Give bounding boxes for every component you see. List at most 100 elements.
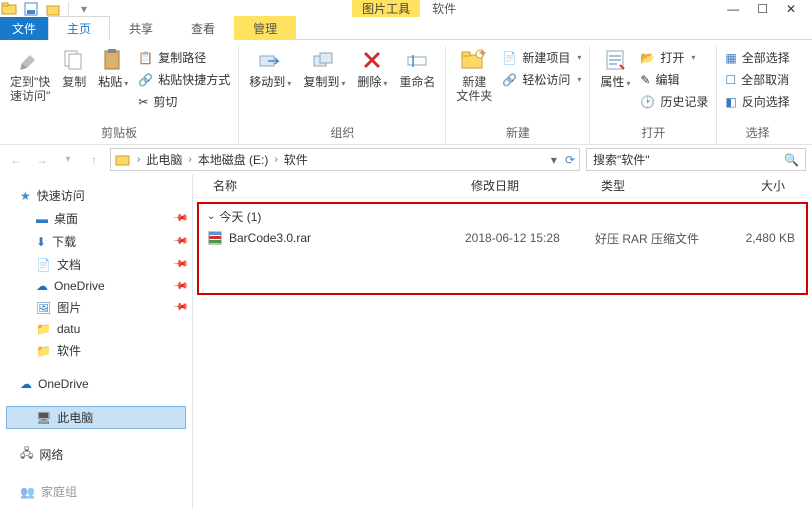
column-headers: 名称 修改日期 类型 大小 [193,174,812,198]
nav-desktop[interactable]: ▬桌面📌 [6,207,186,230]
ribbon-group-organize: 移动到▾ 复制到▾ 删除▾ 重命名 组织 [239,46,446,144]
cloud-icon: ☁ [20,377,32,391]
select-none-button[interactable]: ☐全部取消 [723,70,791,89]
nav-documents[interactable]: 📄文档📌 [6,253,186,276]
move-to-icon [258,48,282,72]
folder-icon: 📁 [36,344,51,358]
nav-onedrive[interactable]: ☁OneDrive [6,374,186,394]
nav-pictures[interactable]: 🖼图片📌 [6,296,186,319]
col-type[interactable]: 类型 [593,177,713,194]
back-button[interactable]: ← [6,150,26,170]
chevron-down-icon: ⌄ [207,211,215,222]
cloud-icon: ☁ [36,279,48,293]
paste-icon [101,48,125,72]
window-title: 软件 [420,0,468,19]
chevron-right-icon[interactable]: › [135,154,142,165]
breadcrumb-drive[interactable]: 本地磁盘 (E:) [198,151,269,168]
file-name: BarCode3.0.rar [229,231,311,245]
tab-share[interactable]: 共享 [110,16,172,40]
network-icon: 🖧 [20,444,33,465]
navigation-pane: ★快速访问 ▬桌面📌 ⬇下载📌 📄文档📌 ☁OneDrive📌 🖼图片📌 📁da… [0,174,193,509]
tab-file[interactable]: 文件 [0,17,48,40]
col-size[interactable]: 大小 [713,177,793,194]
close-button[interactable]: ✕ [786,2,796,16]
delete-button[interactable]: 删除▾ [353,46,391,93]
new-tab-icon[interactable] [44,1,62,17]
file-row[interactable]: BarCode3.0.rar 2018-06-12 15:28 好压 RAR 压… [207,227,798,249]
download-icon: ⬇ [36,235,46,249]
search-placeholder: 搜索"软件" [593,151,650,168]
history-button[interactable]: 🕑历史记录 [638,92,710,111]
new-item-button[interactable]: 📄新建项目▾ [500,48,583,67]
new-item-icon: 📄 [502,51,517,65]
star-icon: ★ [20,189,31,203]
nav-datu[interactable]: 📁datu [6,319,186,339]
tab-manage[interactable]: 管理 [234,16,296,40]
address-bar: ← → ▾ ↑ › 此电脑 › 本地磁盘 (E:) › 软件 ▾ ⟳ 搜索"软件… [0,145,812,174]
rar-file-icon [207,230,223,246]
nav-downloads[interactable]: ⬇下载📌 [6,230,186,253]
copy-to-icon [312,48,336,72]
select-all-button[interactable]: ▦全部选择 [723,48,791,67]
nav-this-pc[interactable]: 🖥此电脑 [6,406,186,429]
breadcrumb-pc[interactable]: 此电脑 [146,151,182,168]
address-dropdown-icon[interactable]: ▾ [551,153,557,167]
forward-button[interactable]: → [32,150,52,170]
invert-selection-button[interactable]: ◧反向选择 [723,92,791,111]
open-button[interactable]: 📂打开▾ [638,48,710,67]
maximize-button[interactable]: ☐ [757,2,768,16]
properties-button[interactable]: 属性▾ [596,46,634,93]
rename-button[interactable]: 重命名 [395,46,439,91]
file-date: 2018-06-12 15:28 [465,231,595,245]
save-icon[interactable] [22,1,40,17]
paste-button[interactable]: 粘贴▾ [94,46,132,93]
desktop-icon: ▬ [36,212,48,226]
pin-icon: 📌 [171,233,188,250]
copy-button[interactable]: 复制 [58,46,90,91]
copy-path-button[interactable]: 📋复制路径 [136,48,232,67]
folder-icon [115,153,131,167]
easy-access-button[interactable]: 🔗轻松访问▾ [500,70,583,89]
pin-icon: 📌 [171,256,188,273]
select-none-icon: ☐ [725,73,736,87]
properties-icon [603,48,627,72]
group-header-today[interactable]: ⌄ 今天 (1) [207,208,798,225]
svg-text:✦: ✦ [478,48,488,60]
quick-access-toolbar: ▾ [0,0,93,17]
address-box[interactable]: › 此电脑 › 本地磁盘 (E:) › 软件 ▾ ⟳ [110,148,580,171]
scissors-icon: ✂ [138,95,148,109]
tab-home[interactable]: 主页 [48,16,110,40]
open-icon: 📂 [640,51,655,65]
nav-software[interactable]: 📁软件 [6,339,186,362]
col-date[interactable]: 修改日期 [463,177,593,194]
nav-onedrive-quick[interactable]: ☁OneDrive📌 [6,276,186,296]
refresh-icon[interactable]: ⟳ [565,153,575,167]
minimize-button[interactable]: — [727,2,739,16]
group-label-organize: 组织 [239,124,445,141]
copy-to-button[interactable]: 复制到▾ [299,46,349,93]
history-icon: 🕑 [640,95,655,109]
new-folder-button[interactable]: ✦ 新建 文件夹 [452,46,496,105]
pin-to-quick-access-button[interactable]: 定到"快 速访问" [6,46,54,105]
recent-dropdown[interactable]: ▾ [58,150,78,170]
qat-dropdown-icon[interactable]: ▾ [75,1,93,17]
rename-icon [405,48,429,72]
nav-quick-access[interactable]: ★快速访问 [6,184,186,207]
search-box[interactable]: 搜索"软件" 🔍 [586,148,806,171]
col-name[interactable]: 名称 [193,177,463,194]
group-label-select: 选择 [717,124,797,141]
nav-homegroup[interactable]: 👥家庭组 [6,480,186,503]
tab-view[interactable]: 查看 [172,16,234,40]
folder-icon [0,1,18,17]
breadcrumb-folder[interactable]: 软件 [284,151,308,168]
ribbon: 定到"快 速访问" 复制 粘贴▾ 📋复制路径 🔗粘贴快捷方式 ✂剪切 剪贴板 移… [0,40,812,145]
paste-shortcut-button[interactable]: 🔗粘贴快捷方式 [136,70,232,89]
nav-network[interactable]: 🖧网络 [6,441,186,468]
delete-icon [360,48,384,72]
edit-button[interactable]: ✎编辑 [638,70,710,89]
cut-button[interactable]: ✂剪切 [136,92,232,111]
homegroup-icon: 👥 [20,485,35,499]
move-to-button[interactable]: 移动到▾ [245,46,295,93]
up-button[interactable]: ↑ [84,150,104,170]
pin-icon [18,48,42,72]
